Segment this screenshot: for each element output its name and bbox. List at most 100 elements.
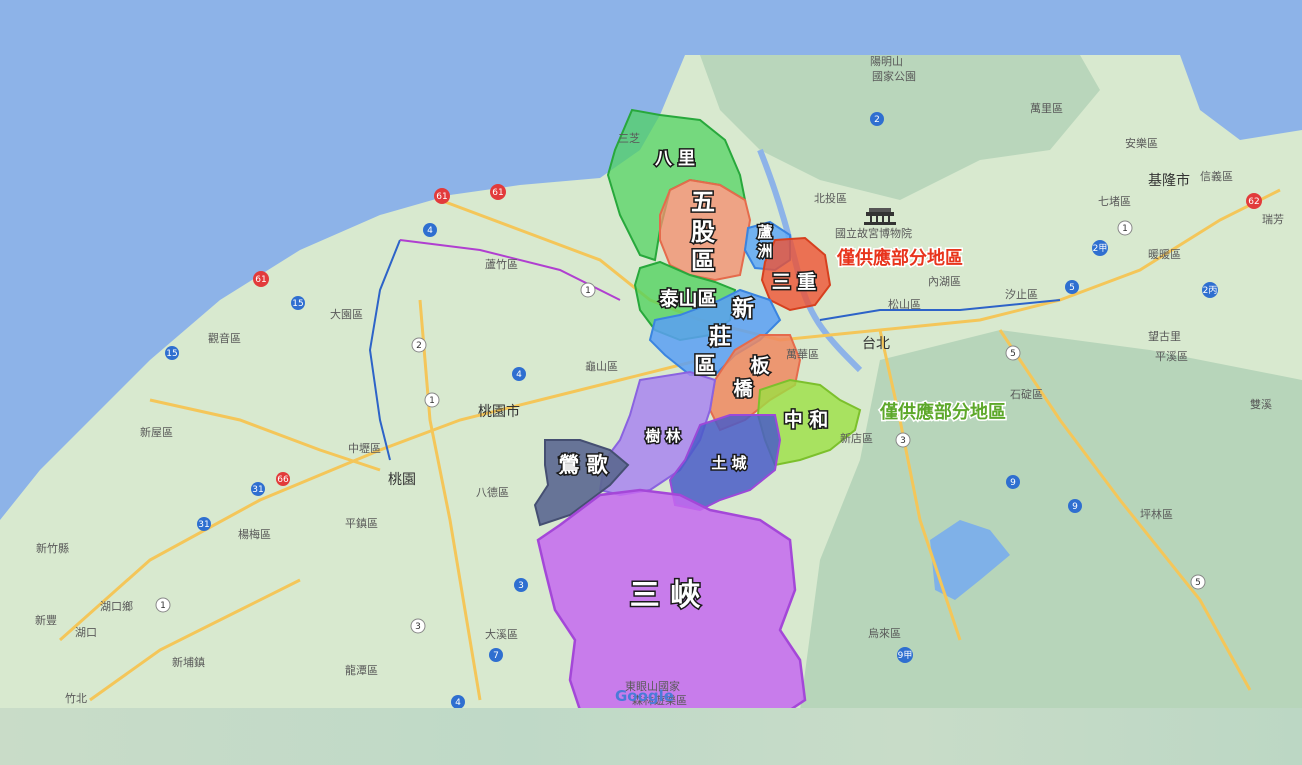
- label-beitou: 北投區: [814, 191, 847, 205]
- label-neihu: 內湖區: [928, 275, 961, 288]
- svg-text:1: 1: [160, 601, 166, 611]
- label-wanli: 萬里區: [1030, 102, 1063, 115]
- svg-text:15: 15: [166, 349, 177, 359]
- label-qidu: 七堵區: [1098, 194, 1131, 208]
- district-label-taishan: 泰山區: [658, 287, 716, 310]
- label-wanhua: 萬華區: [786, 348, 819, 361]
- svg-text:7: 7: [493, 651, 499, 661]
- route-shield: 15: [165, 346, 179, 360]
- route-shield: 3: [514, 578, 528, 592]
- blurred-bottom-band: [0, 708, 1302, 765]
- label-keelung: 基隆市: [1148, 172, 1190, 189]
- svg-text:2丙: 2丙: [1203, 285, 1218, 296]
- route-shield: 1: [155, 597, 171, 613]
- district-label-tucheng: 土 城: [711, 454, 746, 472]
- label-daxi: 大溪區: [485, 627, 518, 641]
- map-frame[interactable]: 陽明山 國家公園 國立故宮博物院 北投區 內湖區 松山區 汐止區 萬里區 安樂區…: [0, 0, 1302, 765]
- route-shield: 9: [1006, 475, 1020, 489]
- district-label-xinzhuang-2: 莊: [709, 325, 731, 350]
- label-national-park: 國家公園: [872, 69, 916, 83]
- route-shield: 5: [1190, 574, 1206, 590]
- route-shield: 61: [490, 184, 506, 200]
- route-shield: 1: [1117, 220, 1133, 236]
- label-xinpu: 新埔鎮: [172, 655, 205, 669]
- svg-text:4: 4: [427, 226, 433, 236]
- district-label-bali: 八 里: [655, 149, 695, 169]
- district-label-luzhou-2: 洲: [757, 242, 772, 260]
- district-label-wugu-1: 五: [691, 188, 715, 216]
- label-yangmei: 楊梅區: [238, 527, 271, 541]
- route-shield: 7: [489, 648, 503, 662]
- svg-text:2甲: 2甲: [1093, 243, 1108, 254]
- svg-text:4: 4: [516, 370, 522, 380]
- label-shiding: 石碇區: [1010, 387, 1043, 401]
- svg-text:3: 3: [415, 622, 421, 632]
- district-label-xinzhuang-1: 新: [732, 296, 754, 322]
- route-shield: 61: [253, 271, 269, 287]
- label-shuangxi: 雙溪: [1250, 398, 1272, 411]
- partial-supply-note-sanchong: 僅供應部分地區: [836, 247, 963, 269]
- district-label-sanxia: 三 峽: [630, 578, 701, 613]
- route-shield: 9甲: [897, 647, 913, 663]
- district-label-xinzhuang-3: 區: [694, 354, 716, 379]
- route-shield: 4: [451, 695, 465, 709]
- label-longtan: 龍潭區: [345, 663, 378, 677]
- svg-text:3: 3: [518, 581, 524, 591]
- label-zhubei: 竹北: [65, 691, 87, 705]
- route-shield: 2: [411, 337, 427, 353]
- label-anle: 安樂區: [1125, 136, 1158, 150]
- eastern-mountains: [800, 330, 1302, 710]
- district-label-luzhou-1: 蘆: [757, 223, 772, 241]
- route-shield: 3: [895, 432, 911, 448]
- svg-text:9甲: 9甲: [898, 650, 913, 661]
- route-shield: 2丙: [1202, 282, 1218, 298]
- route-shield: 5: [1005, 345, 1021, 361]
- district-label-banqiao-2: 橋: [733, 377, 753, 400]
- label-bade: 八德區: [476, 485, 509, 499]
- svg-text:66: 66: [277, 475, 289, 485]
- label-songshan: 松山區: [888, 297, 921, 311]
- label-xinfeng: 新豐: [35, 613, 57, 627]
- route-shield: 2: [870, 112, 884, 126]
- route-shield: 4: [512, 367, 526, 381]
- svg-text:9: 9: [1010, 478, 1016, 488]
- route-shield: 5: [1065, 280, 1079, 294]
- label-hukou-township: 湖口鄉: [100, 600, 133, 613]
- route-shield: 9: [1068, 499, 1082, 513]
- route-shield: 2甲: [1092, 240, 1108, 256]
- route-shield: 62: [1246, 193, 1262, 209]
- district-label-zhonghe: 中 和: [784, 408, 829, 431]
- route-shield: 66: [276, 472, 290, 486]
- route-shield: 15: [291, 296, 305, 310]
- svg-text:2: 2: [874, 115, 880, 125]
- label-xinwu: 新屋區: [140, 425, 173, 439]
- label-zhongli: 中壢區: [348, 441, 381, 455]
- label-dayuan: 大園區: [330, 307, 363, 321]
- svg-text:31: 31: [198, 520, 209, 530]
- district-label-banqiao-1: 板: [750, 354, 770, 377]
- label-wulai: 烏來區: [868, 626, 901, 640]
- svg-text:3: 3: [900, 436, 906, 446]
- route-shield: 1: [580, 282, 596, 298]
- label-wangguli: 望古里: [1148, 330, 1181, 343]
- district-label-wugu-3: 區: [691, 247, 715, 275]
- svg-text:1: 1: [1122, 224, 1128, 234]
- svg-text:1: 1: [429, 396, 435, 406]
- map-canvas[interactable]: 陽明山 國家公園 國立故宮博物院 北投區 內湖區 松山區 汐止區 萬里區 安樂區…: [0, 0, 1302, 765]
- svg-text:61: 61: [492, 188, 503, 198]
- label-palace-museum: 國立故宮博物院: [835, 226, 912, 240]
- label-xizhi: 汐止區: [1005, 287, 1038, 301]
- label-xinyi: 信義區: [1200, 169, 1233, 183]
- svg-text:5: 5: [1010, 349, 1016, 359]
- label-taoyuan-city: 桃園市: [478, 403, 520, 420]
- svg-text:1: 1: [585, 286, 591, 296]
- label-guishan: 龜山區: [585, 360, 618, 373]
- district-label-sanchong: 三 重: [772, 271, 817, 293]
- route-shield: 4: [423, 223, 437, 237]
- svg-text:9: 9: [1072, 502, 1078, 512]
- label-hukou: 湖口: [75, 626, 97, 639]
- route-shield: 31: [197, 517, 211, 531]
- label-guanyin: 觀音區: [208, 331, 241, 345]
- svg-text:61: 61: [255, 275, 266, 285]
- google-watermark: Google: [615, 687, 674, 705]
